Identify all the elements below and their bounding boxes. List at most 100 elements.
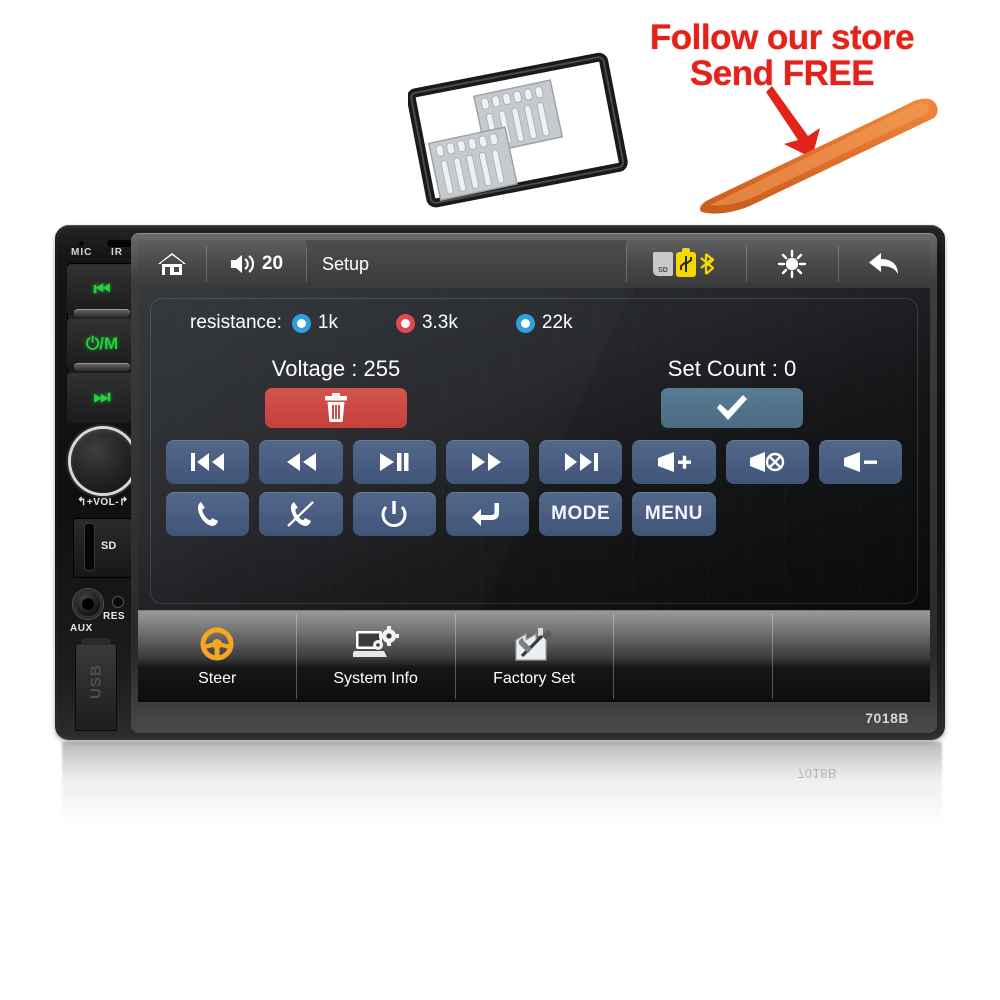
usb-glyph (680, 255, 692, 272)
usb-cover-tab (81, 638, 111, 645)
brightness-button[interactable] (746, 240, 838, 288)
fast-forward-button[interactable] (445, 440, 529, 484)
delete-button-cell (138, 388, 534, 428)
promo-text: Follow our store Send FREE (612, 20, 952, 91)
car-stereo-device: MIC IR ⏮ ⏻/M ⏭ ↰+VOL-↱ SD AUX RES USB 20… (55, 225, 945, 740)
bottom-tab-bar: Steer System Info Factory Set (138, 610, 930, 702)
voltage-readout: Voltage : 255 (271, 356, 401, 381)
skip-back-icon (190, 453, 224, 471)
skip-forward-icon (564, 453, 598, 471)
reflection-model-number: 7018B (797, 766, 838, 781)
button-separator (74, 363, 130, 371)
factory-tools-icon (512, 625, 556, 665)
radio-indicator (291, 313, 311, 333)
mounting-trim-frame (408, 52, 628, 208)
power-button[interactable] (352, 492, 436, 536)
phone-icon (197, 502, 218, 526)
aux-label: AUX (70, 623, 93, 634)
touchscreen[interactable]: 20 Setup SD resistance: 1k 3.3k 22k Volt… (138, 240, 930, 702)
reset-button[interactable] (113, 597, 123, 607)
resistance-option-22k[interactable]: 22k (515, 312, 573, 334)
status-bar: 20 Setup SD (138, 240, 930, 288)
device-reflection (62, 742, 942, 847)
tab-factory-set[interactable]: Factory Set (454, 611, 613, 702)
keypad-empty-slot (819, 492, 902, 536)
next-button[interactable] (539, 440, 623, 484)
rewind-button[interactable] (259, 440, 343, 484)
page-title: Setup (306, 240, 626, 288)
tab-label: Steer (198, 670, 237, 687)
knob-arrows: ↰ (77, 496, 87, 508)
check-icon (717, 395, 747, 420)
tab-empty-2[interactable] (771, 611, 930, 702)
mode-button[interactable]: MODE (539, 492, 623, 536)
menu-button[interactable]: MENU (632, 492, 716, 536)
usb-port-cover[interactable]: USB (75, 638, 117, 731)
usb-icon (676, 247, 696, 277)
volume-up-button[interactable] (632, 440, 716, 484)
previous-button[interactable] (166, 440, 250, 484)
home-icon (158, 253, 186, 275)
volume-knob-text: +VOL- (86, 497, 120, 508)
enter-button[interactable] (445, 492, 529, 536)
speaker-icon (230, 255, 255, 273)
resistance-option-3.3k[interactable]: 3.3k (395, 312, 458, 334)
volume-value: 20 (261, 253, 284, 274)
usb-label: USB (87, 664, 105, 699)
resistance-option-label: 22k (541, 312, 573, 333)
power-icon (381, 501, 407, 527)
radio-indicator (395, 313, 415, 333)
steering-wheel-icon (197, 625, 237, 665)
resistance-option-label: 3.3k (421, 312, 458, 333)
action-button-row (138, 388, 930, 428)
back-button[interactable] (838, 240, 930, 288)
volume-knob-label: ↰+VOL-↱ (67, 495, 139, 508)
hardware-button-stack: ⏮ ⏻/M ⏭ (67, 263, 137, 423)
volume-indicator[interactable]: 20 (206, 240, 306, 288)
set-count-readout: Set Count : 0 (667, 356, 797, 381)
tab-label: Factory Set (493, 670, 575, 687)
end-call-button[interactable] (259, 492, 343, 536)
sd-card-slot[interactable]: SD (73, 518, 133, 578)
readout-row: Voltage : 255 Set Count : 0 (138, 356, 930, 382)
aux-input-jack[interactable] (73, 589, 103, 619)
confirm-button[interactable] (661, 388, 803, 428)
play-pause-button[interactable] (352, 440, 436, 484)
answer-call-button[interactable] (166, 492, 250, 536)
play-pause-icon (380, 453, 409, 471)
volume-knob[interactable] (71, 429, 135, 493)
resistance-label: resistance: (190, 312, 282, 333)
sd-slot-opening (85, 524, 94, 570)
button-separator (74, 309, 130, 317)
bluetooth-icon (700, 253, 715, 275)
microphone-hole (79, 241, 84, 246)
volume-mute-icon (750, 452, 785, 472)
resistance-option-1k[interactable]: 1k (291, 312, 338, 334)
radio-indicator (515, 313, 535, 333)
tab-system-info[interactable]: System Info (296, 611, 454, 702)
keypad-empty-slot (726, 492, 809, 536)
ir-label: IR (111, 247, 123, 258)
keypad-grid: MODE MENU (166, 440, 902, 536)
brightness-sun-icon (777, 249, 807, 279)
reset-label: RES (103, 611, 126, 622)
sd-card-icon: SD (653, 252, 673, 276)
volume-down-button[interactable] (818, 440, 902, 484)
resistance-row: resistance: 1k 3.3k 22k (190, 312, 631, 334)
tab-steer[interactable]: Steer (138, 611, 296, 702)
delete-button[interactable] (265, 388, 407, 428)
mute-button[interactable] (725, 440, 809, 484)
power-mode-button[interactable]: ⏻/M (67, 319, 137, 369)
rewind-icon (286, 453, 316, 471)
mic-ir-labels: MIC IR (67, 240, 137, 261)
next-track-button[interactable]: ⏭ (67, 373, 137, 423)
mic-label: MIC (71, 247, 93, 258)
trash-icon (325, 393, 347, 422)
volume-down-icon (844, 452, 878, 472)
prev-track-button[interactable]: ⏮ (67, 265, 137, 315)
back-arrow-icon (869, 253, 898, 274)
left-control-panel: MIC IR ⏮ ⏻/M ⏭ ↰+VOL-↱ SD AUX RES USB (63, 233, 141, 732)
home-button[interactable] (138, 240, 206, 288)
tab-empty-1[interactable] (613, 611, 771, 702)
volume-up-icon (657, 452, 691, 472)
